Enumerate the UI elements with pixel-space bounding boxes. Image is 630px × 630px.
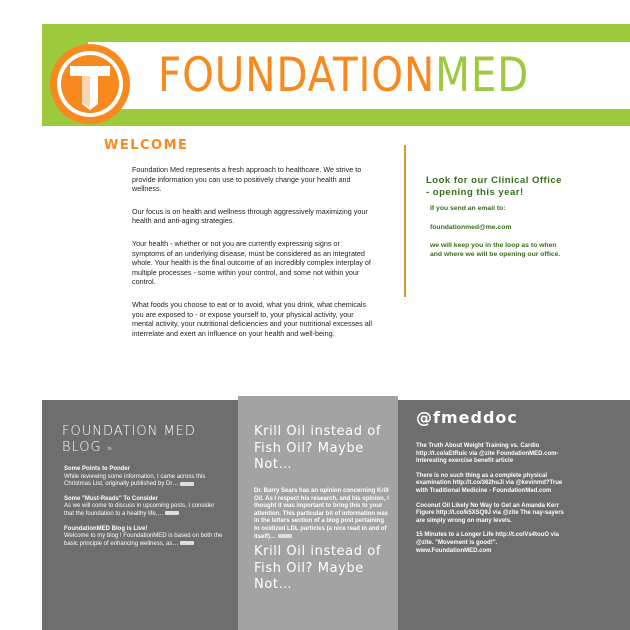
featured-post-body: Dr. Barry Sears has an opinion concernin… xyxy=(254,488,390,541)
clinic-announcement: Look for our Clinical Office - opening t… xyxy=(404,145,564,297)
list-item: Some Points to Ponder While reviewing so… xyxy=(64,466,224,489)
read-more-link[interactable] xyxy=(180,541,195,546)
welcome-heading: WELCOME xyxy=(104,138,189,153)
read-more-link[interactable] xyxy=(180,481,195,486)
clinic-text: If you send an email to: foundationmed@m… xyxy=(426,205,564,259)
blog-post-title[interactable]: FoundationMED Blog is Live! xyxy=(64,526,224,534)
site-name-med: MED xyxy=(435,48,530,103)
tweet[interactable]: The Truth About Weight Training vs. Card… xyxy=(416,443,566,466)
clinic-email-link[interactable]: foundationmed@me.com xyxy=(430,224,564,233)
intro-paragraph: Your health - whether or not you are cur… xyxy=(132,238,371,287)
intro-paragraph: Our focus is on health and wellness thro… xyxy=(132,206,368,226)
double-arrow-icon: » xyxy=(106,444,114,454)
blog-post-title[interactable]: Some "Must-Reads" To Consider xyxy=(64,496,224,504)
foundationmed-logo[interactable] xyxy=(48,42,132,126)
blog-column: FOUNDATION MED BLOG » Some Points to Pon… xyxy=(42,400,238,630)
twitter-handle[interactable]: @fmeddoc xyxy=(416,408,518,427)
tweet-list: The Truth About Weight Training vs. Card… xyxy=(416,443,566,562)
blog-title-line1: FOUNDATION MED xyxy=(62,424,196,439)
twitter-column: @fmeddoc The Truth About Weight Training… xyxy=(398,400,630,630)
blog-post-title[interactable]: Some Points to Ponder xyxy=(64,466,224,474)
read-more-link[interactable] xyxy=(165,511,180,516)
clinic-heading: Look for our Clinical Office - opening t… xyxy=(426,175,562,198)
featured-post-title-repeat[interactable]: Krill Oil instead of Fish Oil? Maybe Not… xyxy=(254,544,398,594)
intro-paragraph: What foods you choose to eat or to avoid… xyxy=(132,299,372,338)
featured-post-column: Krill Oil instead of Fish Oil? Maybe Not… xyxy=(238,396,398,630)
blog-title[interactable]: FOUNDATION MED BLOG » xyxy=(62,424,196,457)
blog-post-excerpt: As we will come to discuss in upcoming p… xyxy=(64,503,215,517)
blog-post-list: Some Points to Ponder While reviewing so… xyxy=(64,466,224,555)
blog-title-line2: BLOG xyxy=(62,440,102,455)
featured-post-title[interactable]: Krill Oil instead of Fish Oil? Maybe Not… xyxy=(254,424,398,474)
site-name-foundation: FOUNDATION xyxy=(158,48,436,103)
intro-paragraph: Foundation Med represents a fresh approa… xyxy=(132,165,362,194)
blog-post-excerpt: Welcome to my blog ! FoundationMED is ba… xyxy=(64,533,223,547)
tweet[interactable]: Coconut Oil Likely No Way to Get an Aman… xyxy=(416,503,566,526)
clinic-email-prompt: If you send an email to: xyxy=(430,205,506,212)
tweet[interactable]: 15 Minutes to a Longer Life http://t.co/… xyxy=(416,532,566,555)
clinic-followup: we will keep you in the loop as to when … xyxy=(430,242,561,258)
welcome-intro: Foundation Med represents a fresh approa… xyxy=(132,165,372,351)
site-name[interactable]: FOUNDATIONMED xyxy=(158,48,529,104)
featured-post-excerpt: Dr. Barry Sears has an opinion concernin… xyxy=(254,488,389,540)
read-more-link[interactable] xyxy=(278,533,293,538)
list-item: Some "Must-Reads" To Consider As we will… xyxy=(64,496,224,519)
list-item: FoundationMED Blog is Live! Welcome to m… xyxy=(64,526,224,549)
tweet[interactable]: There is no such thing as a complete phy… xyxy=(416,473,566,496)
